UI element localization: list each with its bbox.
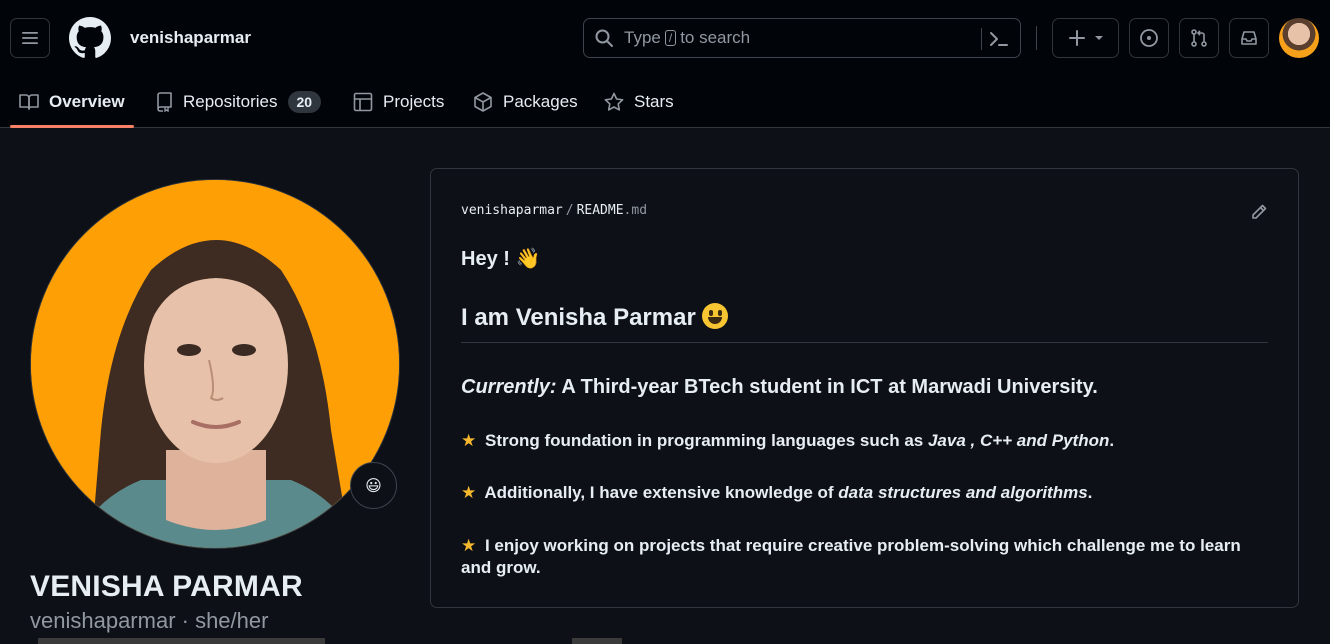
point-emphasis: data structures and algorithms [838, 483, 1088, 502]
star-icon: ★ [461, 483, 477, 502]
pull-requests-button[interactable] [1179, 18, 1219, 58]
readme-greeting: Hey ! 👋 [461, 246, 540, 271]
command-palette-icon[interactable] [988, 28, 1010, 55]
tab-repositories[interactable]: Repositories 20 [155, 78, 322, 126]
profile-photo[interactable] [30, 179, 400, 549]
profile-full-name: VENISHA PARMAR [30, 570, 303, 603]
set-status-button[interactable]: 😃 [350, 462, 397, 509]
heading-divider [461, 342, 1268, 343]
readme-heading: I am Venisha Parmar [461, 303, 728, 332]
plus-icon [1068, 30, 1085, 46]
point-emphasis: Java , C++ and Python [927, 431, 1110, 450]
waving-hand-icon: 👋 [515, 248, 541, 270]
inbox-icon [1241, 31, 1257, 45]
issues-button[interactable] [1129, 18, 1169, 58]
chevron-down-icon [1094, 36, 1103, 40]
horizontal-scrollbar[interactable] [38, 638, 325, 644]
table-icon [353, 92, 373, 112]
search-icon [595, 29, 613, 47]
point-end: . [1109, 431, 1115, 450]
book-icon [19, 94, 39, 110]
greeting-text: Hey ! [461, 248, 510, 270]
tab-packages[interactable]: Packages [473, 78, 578, 126]
repositories-count-badge: 20 [287, 91, 322, 113]
tab-label: Stars [634, 92, 674, 111]
readme-path-user[interactable]: venishaparmar [461, 203, 563, 218]
readme-card: venishaparmar / README.md Hey ! 👋 I am Ven… [430, 168, 1299, 608]
grinning-face-icon [701, 303, 728, 329]
issue-opened-icon [1140, 29, 1158, 47]
heading-text: I am Venisha Parmar [461, 304, 696, 331]
tab-label: Packages [503, 92, 578, 111]
readme-path-separator: / [565, 203, 574, 218]
github-logo-icon[interactable] [69, 17, 111, 59]
profile-login-pronouns: venishaparmar · she/her [30, 608, 269, 633]
repo-icon [157, 92, 172, 112]
search-placeholder-suffix: to search [680, 28, 751, 47]
header-separator [1036, 26, 1037, 50]
currently-label: Currently: [461, 376, 557, 398]
active-tab-indicator [10, 125, 134, 128]
search-shortcut-key: / [664, 30, 677, 46]
search-input[interactable]: Type / to search [583, 18, 1021, 58]
tab-label: Repositories [183, 92, 278, 111]
tab-label: Projects [383, 92, 445, 111]
point-end: . [1087, 483, 1093, 502]
readme-path: venishaparmar / README.md [461, 203, 647, 218]
tab-projects[interactable]: Projects [353, 78, 444, 126]
readme-currently: Currently: A Third-year BTech student in… [461, 376, 1098, 399]
git-pull-request-icon [1191, 29, 1207, 47]
horizontal-scrollbar-thumb[interactable] [572, 638, 622, 644]
pencil-icon [1252, 204, 1267, 219]
profile-photo-illustration [31, 180, 399, 548]
star-icon: ★ [461, 431, 477, 450]
hamburger-icon [22, 32, 38, 44]
header-username-link[interactable]: venishaparmar [130, 28, 251, 48]
edit-readme-button[interactable] [1250, 203, 1268, 226]
readme-point-2: ★ Additionally, I have extensive knowled… [461, 482, 1261, 504]
star-icon: ★ [461, 536, 477, 555]
tab-label: Overview [49, 92, 125, 111]
tab-stars[interactable]: Stars [604, 78, 674, 126]
inbox-button[interactable] [1229, 18, 1269, 58]
create-new-button[interactable] [1052, 18, 1119, 58]
menu-button[interactable] [10, 18, 50, 58]
tab-overview[interactable]: Overview [19, 78, 125, 126]
point-text: Strong foundation in programming languag… [484, 431, 928, 450]
user-avatar[interactable] [1279, 18, 1319, 58]
point-text: I enjoy working on projects that require… [461, 536, 1241, 577]
point-text: Additionally, I have extensive knowledge… [484, 483, 839, 502]
smiley-icon: 😃 [365, 477, 382, 495]
readme-path-file[interactable]: README [577, 203, 624, 218]
search-placeholder-prefix: Type [624, 28, 661, 47]
currently-text: A Third-year BTech student in ICT at Mar… [556, 376, 1098, 398]
search-divider [981, 28, 982, 50]
star-icon [604, 92, 624, 111]
readme-point-3: ★ I enjoy working on projects that requi… [461, 535, 1261, 579]
readme-point-1: ★ Strong foundation in programming langu… [461, 430, 1261, 452]
readme-path-ext: .md [623, 203, 648, 218]
package-icon [474, 92, 492, 112]
